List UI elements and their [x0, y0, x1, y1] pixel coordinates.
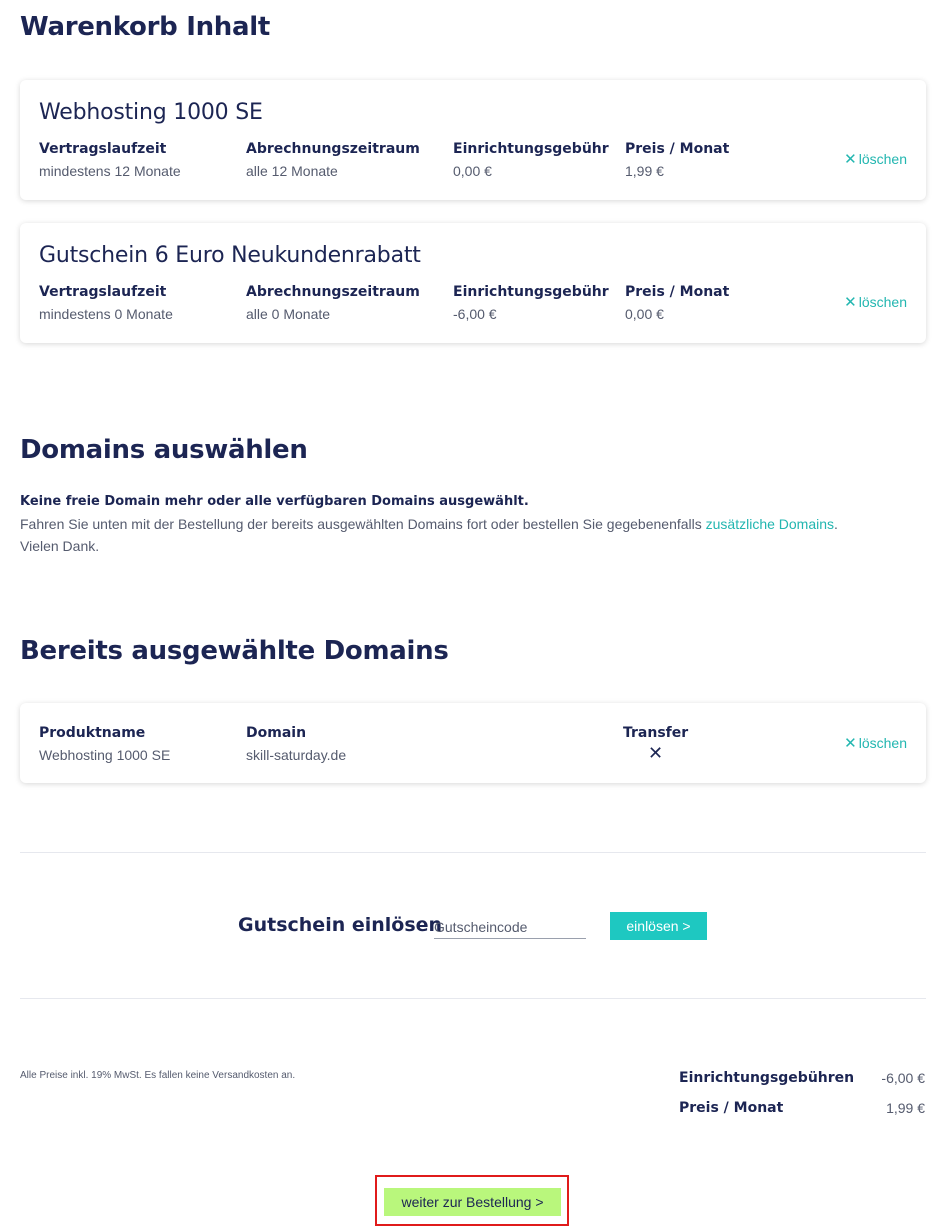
- selected-domains-title: Bereits ausgewählte Domains: [20, 636, 449, 666]
- setup-fee-label: Einrichtungsgebühr: [453, 284, 609, 300]
- domains-notice: Keine freie Domain mehr oder alle verfüg…: [20, 489, 920, 557]
- delete-label: löschen: [858, 294, 907, 310]
- price-note: Alle Preise inkl. 19% MwSt. Es fallen ke…: [20, 1070, 296, 1081]
- transfer-label: Transfer: [623, 725, 689, 741]
- product-name-label: Produktname: [39, 725, 146, 741]
- domain-value: skill-saturday.de: [246, 747, 347, 763]
- transfer-column: Transfer ✕: [623, 725, 688, 764]
- domains-notice-thanks: Vielen Dank.: [20, 538, 100, 554]
- cart-item-name: Gutschein 6 Euro Neukundenrabatt: [39, 243, 421, 268]
- monthly-price-label: Preis / Monat: [625, 284, 730, 300]
- cart-title: Warenkorb Inhalt: [20, 12, 270, 42]
- billing-period-label: Abrechnungszeitraum: [246, 284, 420, 300]
- domains-notice-bold: Keine freie Domain mehr oder alle verfüg…: [20, 494, 529, 509]
- domain-column: Domain skill-saturday.de: [246, 725, 346, 763]
- coupon-code-input[interactable]: [434, 916, 586, 939]
- contract-term-value: mindestens 12 Monate: [39, 163, 181, 179]
- product-name-column: Produktname Webhosting 1000 SE: [39, 725, 170, 763]
- close-icon: ✕: [844, 151, 857, 168]
- delete-button[interactable]: ✕ löschen: [844, 150, 907, 168]
- delete-button[interactable]: ✕ löschen: [844, 734, 907, 752]
- contract-term-column: Vertragslaufzeit mindestens 12 Monate: [39, 141, 181, 179]
- contract-term-label: Vertragslaufzeit: [39, 284, 167, 300]
- setup-fees-total-value: -6,00 €: [881, 1070, 925, 1086]
- domains-title: Domains auswählen: [20, 435, 308, 465]
- monthly-price-column: Preis / Monat 0,00 €: [625, 284, 729, 322]
- setup-fee-value: -6,00 €: [453, 306, 497, 322]
- monthly-price-column: Preis / Monat 1,99 €: [625, 141, 729, 179]
- close-icon: ✕: [844, 735, 857, 752]
- monthly-price-value: 0,00 €: [625, 306, 664, 322]
- billing-period-value: alle 0 Monate: [246, 306, 331, 322]
- delete-button[interactable]: ✕ löschen: [844, 293, 907, 311]
- setup-fee-label: Einrichtungsgebühr: [453, 141, 609, 157]
- billing-period-column: Abrechnungszeitraum alle 12 Monate: [246, 141, 420, 179]
- setup-fee-value: 0,00 €: [453, 163, 492, 179]
- monthly-total-value: 1,99 €: [886, 1100, 925, 1116]
- continue-order-button[interactable]: weiter zur Bestellung >: [384, 1188, 561, 1216]
- domains-notice-period: .: [834, 516, 838, 532]
- coupon-label: Gutschein einlösen: [238, 914, 443, 936]
- domains-notice-text: Fahren Sie unten mit der Bestellung der …: [20, 516, 706, 532]
- monthly-price-value: 1,99 €: [625, 163, 664, 179]
- cart-item-webhosting: Webhosting 1000 SE Vertragslaufzeit mind…: [20, 80, 926, 200]
- close-icon: ✕: [844, 294, 857, 311]
- delete-label: löschen: [858, 735, 907, 751]
- setup-fees-total-label: Einrichtungsgebühren: [679, 1070, 855, 1086]
- billing-period-label: Abrechnungszeitraum: [246, 141, 420, 157]
- monthly-price-label: Preis / Monat: [625, 141, 730, 157]
- contract-term-label: Vertragslaufzeit: [39, 141, 167, 157]
- delete-label: löschen: [858, 151, 907, 167]
- redeem-coupon-button[interactable]: einlösen >: [610, 912, 707, 940]
- additional-domains-link[interactable]: zusätzliche Domains: [706, 516, 834, 532]
- divider: [20, 852, 926, 853]
- divider: [20, 998, 926, 999]
- monthly-total-label: Preis / Monat: [679, 1100, 784, 1116]
- domain-label: Domain: [246, 725, 307, 741]
- cart-item-voucher: Gutschein 6 Euro Neukundenrabatt Vertrag…: [20, 223, 926, 343]
- cart-item-name: Webhosting 1000 SE: [39, 100, 263, 125]
- billing-period-value: alle 12 Monate: [246, 163, 338, 179]
- contract-term-column: Vertragslaufzeit mindestens 0 Monate: [39, 284, 173, 322]
- selected-domain-row: Produktname Webhosting 1000 SE Domain sk…: [20, 703, 926, 783]
- setup-fee-column: Einrichtungsgebühr -6,00 €: [453, 284, 609, 322]
- close-icon: ✕: [648, 743, 664, 763]
- setup-fee-column: Einrichtungsgebühr 0,00 €: [453, 141, 609, 179]
- contract-term-value: mindestens 0 Monate: [39, 306, 173, 322]
- product-name-value: Webhosting 1000 SE: [39, 747, 171, 763]
- billing-period-column: Abrechnungszeitraum alle 0 Monate: [246, 284, 420, 322]
